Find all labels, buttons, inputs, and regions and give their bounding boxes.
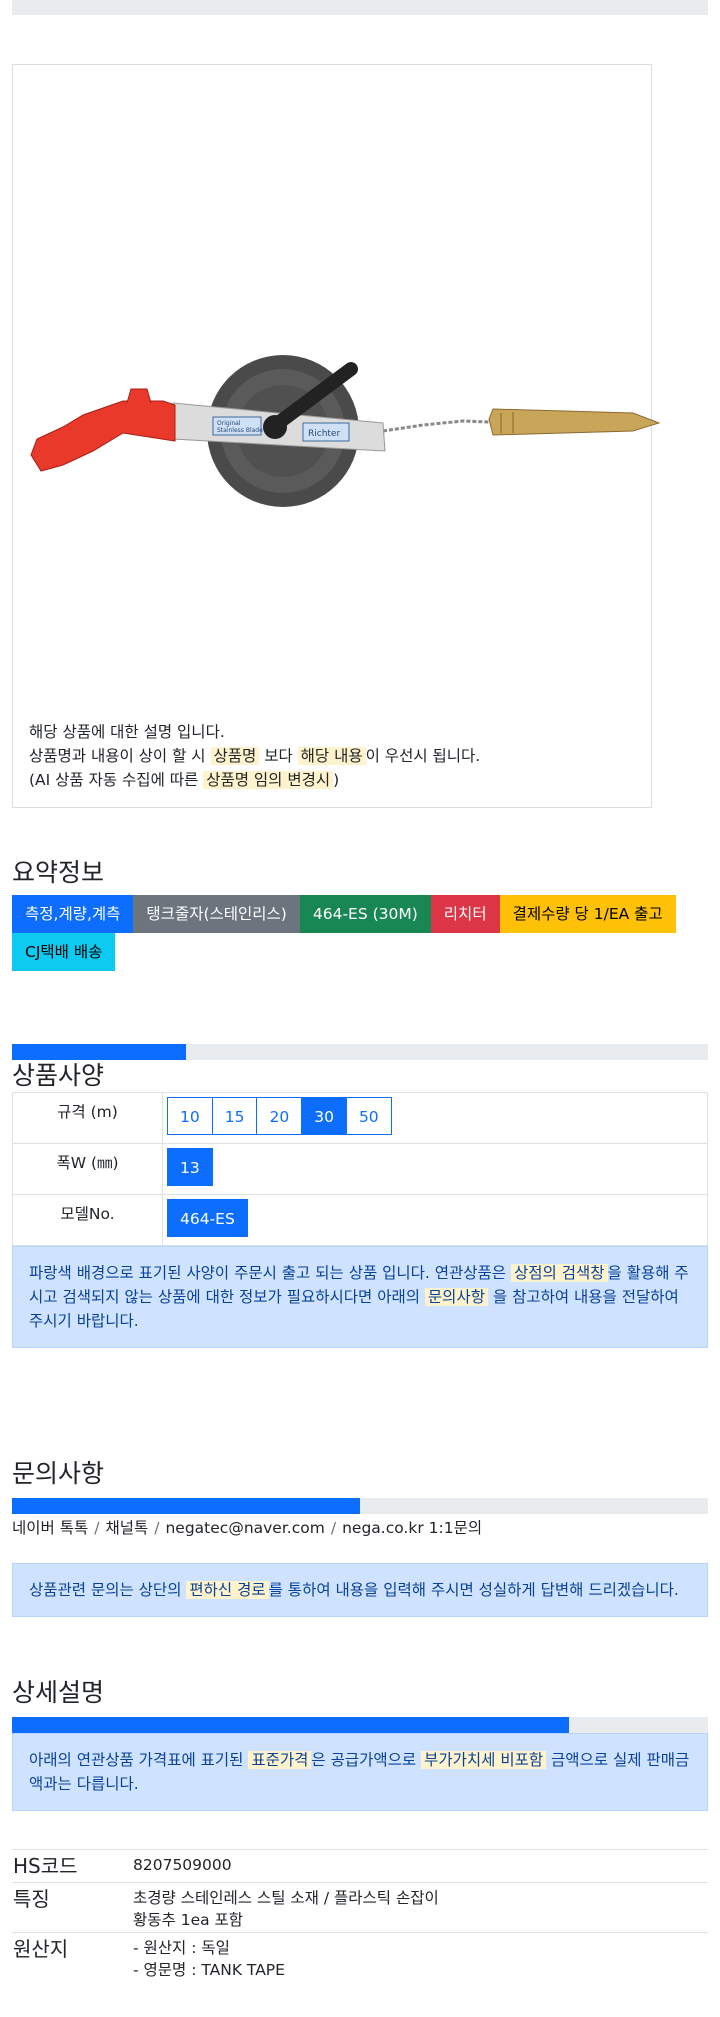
- info-row-feature: 특징 초경량 스테인레스 스틸 소재 / 플라스틱 손잡이 황동추 1ea 포함: [12, 1882, 708, 1933]
- info-row-origin: 원산지 - 원산지 : 독일 - 영문명 : TANK TAPE: [12, 1932, 708, 1982]
- badge-category: 측정,계량,계측: [12, 895, 134, 933]
- detail-progress: [12, 1717, 708, 1733]
- contact-list: 네이버 톡톡 / 채널톡 / negatec@naver.com / nega.co.kr …: [12, 1519, 483, 1537]
- highlight: 문의사항: [424, 1288, 488, 1306]
- detail-title: 상세설명: [12, 1678, 105, 1707]
- desc-line-1: 해당 상품에 대한 설명 입니다.: [29, 723, 225, 741]
- info-key: HS코드: [12, 1849, 132, 1883]
- badge-type: 탱크줄자(스테인리스): [133, 895, 300, 933]
- badge-shipping: CJ택배 배송: [12, 933, 116, 971]
- highlight: 부가가치세 비포함: [421, 1751, 547, 1769]
- spec-notice: 파랑색 배경으로 표기된 사양이 주문시 출고 되는 상품 입니다. 연관상품은…: [12, 1246, 708, 1348]
- spec-options: 10 15 20 30 50: [162, 1092, 708, 1144]
- size-option-10[interactable]: 10: [167, 1097, 213, 1135]
- contact-email[interactable]: negatec@naver.com: [165, 1519, 324, 1537]
- size-option-50[interactable]: 50: [345, 1097, 392, 1135]
- info-key: 원산지: [12, 1932, 132, 1982]
- size-option-30[interactable]: 30: [301, 1097, 347, 1135]
- spec-progress: [12, 1044, 708, 1060]
- info-key: 특징: [12, 1882, 132, 1933]
- detail-notice: 아래의 연관상품 가격표에 표기된 표준가격 은 공급가액으로 부가가치세 비포함…: [12, 1733, 708, 1811]
- product-card: Original Stainless Blade Richter 해당 상품에 …: [12, 64, 661, 808]
- info-value: 8207509000: [132, 1849, 708, 1883]
- badge-quantity: 결제수량 당 1/EA 출고: [499, 895, 676, 933]
- contact-channel-talk[interactable]: 채널톡: [105, 1519, 148, 1537]
- inquiry-progress: [12, 1498, 708, 1514]
- brand-label: Richter: [308, 429, 340, 439]
- highlight: 상품명: [210, 747, 260, 765]
- info-table: HS코드 8207509000 특징 초경량 스테인레스 스틸 소재 / 플라스…: [12, 1849, 708, 1982]
- contact-site-qna[interactable]: nega.co.kr 1:1문의: [342, 1519, 482, 1537]
- info-value: - 원산지 : 독일 - 영문명 : TANK TAPE: [132, 1932, 708, 1982]
- label-line3: Stainless Blade: [217, 427, 263, 434]
- desc-line-3: (AI 상품 자동 수집에 따른 상품명 임의 변경시): [29, 771, 340, 789]
- summary-title: 요약정보: [12, 858, 105, 887]
- inquiry-progress-fill: [12, 1498, 360, 1514]
- info-row-hs: HS코드 8207509000: [12, 1849, 708, 1883]
- info-value: 초경량 스테인레스 스틸 소재 / 플라스틱 손잡이 황동추 1ea 포함: [132, 1882, 708, 1933]
- spec-row-width: 폭W (㎜) 13: [12, 1143, 708, 1195]
- badge-brand: 리치터: [430, 895, 500, 933]
- detail-progress-fill: [12, 1717, 569, 1733]
- highlight: 해당 내용: [297, 747, 366, 765]
- contact-naver-talk[interactable]: 네이버 톡톡: [12, 1519, 88, 1537]
- size-option-15[interactable]: 15: [211, 1097, 258, 1135]
- product-image: Original Stainless Blade Richter: [30, 355, 661, 507]
- inquiry-notice: 상품관련 문의는 상단의 편하신 경로 를 통하여 내용을 입력해 주시면 성실하…: [12, 1563, 708, 1617]
- badge-model: 464-ES (30M): [299, 895, 431, 933]
- spec-label: 규격 (m): [12, 1092, 163, 1144]
- spec-row-model: 모델No. 464-ES: [12, 1194, 708, 1246]
- spec-table: 규격 (m) 10 15 20 30 50 폭W (㎜) 13 모델No. 464-ES: [12, 1092, 708, 1246]
- top-bar: [12, 0, 708, 15]
- highlight: 상품명 임의 변경시: [203, 771, 334, 789]
- spec-label: 모델No.: [12, 1194, 163, 1246]
- desc-line-2: 상품명과 내용이 상이 할 시 상품명 보다 해당 내용 이 우선시 됩니다.: [29, 747, 481, 765]
- spec-label: 폭W (㎜): [12, 1143, 163, 1195]
- spec-row-size: 규격 (m) 10 15 20 30 50: [12, 1092, 708, 1144]
- spec-progress-fill: [12, 1044, 186, 1060]
- width-option-13[interactable]: 13: [167, 1148, 213, 1186]
- summary-badges: 측정,계량,계측 탱크줄자(스테인리스) 464-ES (30M) 리치터 결제…: [12, 895, 712, 971]
- spec-title: 상품사양: [12, 1061, 105, 1090]
- size-option-20[interactable]: 20: [256, 1097, 303, 1135]
- highlight: 편하신 경로: [186, 1581, 269, 1599]
- highlight: 상점의 검색창: [511, 1264, 608, 1282]
- product-description: 해당 상품에 대한 설명 입니다. 상품명과 내용이 상이 할 시 상품명 보다…: [29, 720, 480, 792]
- label-line1: Original: [217, 420, 241, 427]
- model-option-464-es[interactable]: 464-ES: [167, 1199, 248, 1237]
- spec-options: 464-ES: [162, 1194, 708, 1246]
- inquiry-title: 문의사항: [12, 1459, 105, 1488]
- spec-options: 13: [162, 1143, 708, 1195]
- highlight: 표준가격: [248, 1751, 312, 1769]
